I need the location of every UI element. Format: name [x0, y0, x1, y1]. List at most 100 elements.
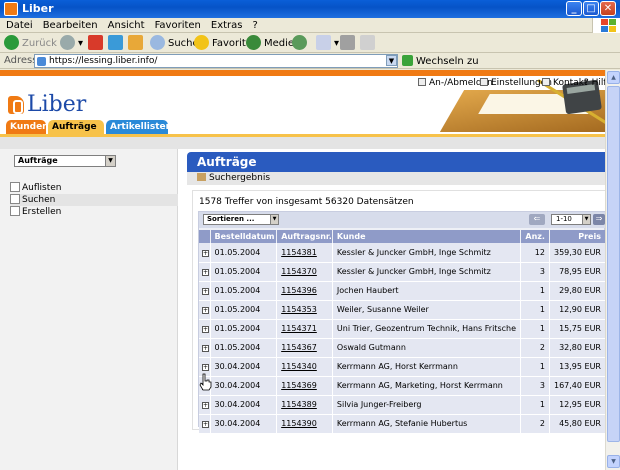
- cell-preis: 12,90 EUR: [549, 300, 607, 320]
- menu-extras[interactable]: Extras: [206, 19, 248, 31]
- page-select[interactable]: 1-10 ▼: [551, 214, 591, 225]
- order-number-link[interactable]: 1154369: [281, 381, 317, 390]
- table-row[interactable]: +01.05.2004 1154367 Oswald Gutmann 2 32,80 E…: [199, 338, 607, 358]
- table-row[interactable]: +30.04.2004 1154390 Kerrmann AG, Stefanie …: [199, 414, 607, 434]
- history-button[interactable]: [292, 35, 310, 51]
- sidebar-select[interactable]: Aufträge ▼: [14, 155, 116, 167]
- expand-plus-icon[interactable]: +: [202, 345, 209, 352]
- order-number-link[interactable]: 1154396: [281, 286, 317, 295]
- refresh-icon: [108, 35, 123, 50]
- go-label: Wechseln zu: [416, 56, 479, 67]
- cell-anz: 3: [520, 262, 550, 282]
- sort-select[interactable]: Sortieren ... ▼: [203, 214, 279, 225]
- expand-plus-icon[interactable]: +: [202, 249, 209, 257]
- expand-plus-icon[interactable]: +: [202, 307, 209, 314]
- menu-help[interactable]: ?: [248, 19, 263, 31]
- table-row[interactable]: +01.05.2004 1154371 Uni Trier, Geozentrum …: [199, 319, 607, 339]
- cell-kunde: Silvia Junger-Freiberg: [332, 395, 522, 415]
- sort-value: Sortieren ...: [207, 215, 255, 223]
- table-row[interactable]: +01.05.2004 1154353 Weiler, Susanne Weiler…: [199, 300, 607, 320]
- chevron-down-icon: ▼: [582, 215, 590, 224]
- page-viewport: An-/Abmelden Einstellungen Kontakt ? Hil…: [0, 70, 620, 470]
- order-number-link[interactable]: 1154370: [281, 267, 317, 276]
- edit-button[interactable]: [360, 35, 378, 51]
- scroll-down-icon[interactable]: ▼: [607, 455, 620, 468]
- expand-plus-icon[interactable]: +: [202, 288, 209, 295]
- cell-preis: 29,80 EUR: [549, 281, 607, 301]
- tab-artikellisten[interactable]: Artikellisten: [106, 120, 172, 134]
- expand-plus-icon[interactable]: +: [202, 421, 209, 428]
- cell-preis: 167,40 EUR: [549, 376, 607, 396]
- column-header-anz[interactable]: Anz.: [520, 230, 550, 243]
- back-arrow-icon: [4, 35, 19, 50]
- expand-plus-icon[interactable]: +: [202, 402, 209, 409]
- tab-kunden[interactable]: Kunden: [6, 120, 49, 134]
- menu-bearbeiten[interactable]: Bearbeiten: [38, 19, 103, 31]
- order-number-link[interactable]: 1154390: [281, 419, 317, 428]
- close-button[interactable]: ✕: [600, 1, 616, 16]
- order-number-link[interactable]: 1154381: [281, 248, 317, 257]
- cell-anz: 3: [520, 376, 550, 396]
- cell-bestelldatum: 01.05.2004: [210, 262, 278, 282]
- address-input[interactable]: https://lessing.liber.info/: [34, 54, 398, 68]
- back-button[interactable]: Zurück ▾: [4, 35, 65, 51]
- address-dropdown-icon[interactable]: ▼: [386, 55, 397, 66]
- menu-favoriten[interactable]: Favoriten: [150, 19, 206, 31]
- cell-kunde: Jochen Haubert: [332, 281, 522, 301]
- order-number-link[interactable]: 1154340: [281, 362, 317, 371]
- search-button[interactable]: Suche: [150, 35, 199, 51]
- column-header-auftragsnr[interactable]: Auftragsnr.: [276, 230, 333, 243]
- table-row[interactable]: +30.04.20041154369Kerrmann AG, Marketing…: [199, 376, 607, 396]
- cell-auftragsnr: 1154389: [276, 395, 333, 415]
- cell-auftragsnr: 1154371: [276, 319, 333, 339]
- table-row[interactable]: +01.05.2004 1154370 Kessler & Juncker GmbH…: [199, 262, 607, 282]
- order-number-link[interactable]: 1154353: [281, 305, 317, 314]
- expand-plus-icon[interactable]: +: [202, 269, 209, 276]
- results-panel: 1578 Treffer von insgesamt 56320 Datensä…: [192, 190, 610, 434]
- stop-button[interactable]: [88, 35, 106, 51]
- maximize-button[interactable]: □: [583, 1, 599, 16]
- menu-bar: Datei Bearbeiten Ansicht Favoriten Extras?: [0, 18, 620, 33]
- order-number-link[interactable]: 1154367: [281, 343, 317, 352]
- refresh-button[interactable]: [108, 35, 126, 51]
- cell-auftragsnr: 1154396: [276, 281, 333, 301]
- next-page-button[interactable]: ⇒: [593, 214, 605, 225]
- sidebar-item-erstellen[interactable]: Erstellen: [10, 206, 178, 218]
- menu-ansicht[interactable]: Ansicht: [103, 19, 150, 31]
- minimize-button[interactable]: _: [566, 1, 582, 16]
- order-number-link[interactable]: 1154371: [281, 324, 317, 333]
- table-row[interactable]: +30.04.2004 1154340 Kerrmann AG, Horst Ker…: [199, 357, 607, 377]
- contact-link[interactable]: Kontakt: [542, 78, 587, 88]
- table-row[interactable]: +01.05.2004 1154381 Kessler & Juncker GmbH…: [199, 243, 607, 263]
- folder-icon: [197, 173, 206, 181]
- table-row[interactable]: +01.05.2004 1154396 Jochen Haubert 1 29,80 E…: [199, 281, 607, 301]
- cell-anz: 2: [520, 338, 550, 358]
- forward-button[interactable]: ▾: [60, 35, 83, 51]
- order-number-link[interactable]: 1154389: [281, 400, 317, 409]
- subheader: Suchergebnis: [187, 172, 615, 185]
- prev-page-button[interactable]: ⇐: [529, 214, 545, 225]
- scroll-thumb[interactable]: [607, 86, 620, 442]
- column-header-kunde[interactable]: Kunde: [332, 230, 522, 243]
- expand-plus-icon[interactable]: +: [202, 364, 209, 371]
- vertical-scrollbar[interactable]: ▲ ▼: [605, 70, 620, 470]
- home-button[interactable]: [128, 35, 146, 51]
- table-row[interactable]: +30.04.2004 1154389 Silvia Junger-Freiberg…: [199, 395, 607, 415]
- go-button[interactable]: Wechseln zu: [402, 55, 479, 67]
- mail-button[interactable]: ▾: [316, 35, 339, 51]
- cell-kunde: Kessler & Juncker GmbH, Inge Schmitz: [332, 262, 522, 282]
- table-header-row: Bestelldatum Auftragsnr. Kunde Anz. Prei…: [199, 230, 607, 243]
- column-header-preis[interactable]: Preis: [549, 230, 607, 243]
- expand-cell: +: [199, 319, 211, 339]
- menu-datei[interactable]: Datei: [0, 19, 38, 31]
- cell-auftragsnr: 1154369: [276, 376, 333, 396]
- sidebar-item-suchen[interactable]: Suchen: [10, 194, 178, 206]
- expand-plus-icon[interactable]: +: [202, 326, 209, 333]
- mail-icon: [316, 35, 331, 50]
- sidebar-item-auflisten[interactable]: Auflisten: [10, 182, 178, 194]
- print-button[interactable]: [340, 35, 358, 51]
- scroll-up-icon[interactable]: ▲: [607, 71, 620, 84]
- tab-auftraege[interactable]: Aufträge: [48, 120, 104, 134]
- column-header-bestelldatum[interactable]: Bestelldatum: [210, 230, 278, 243]
- cell-bestelldatum: 01.05.2004: [210, 319, 278, 339]
